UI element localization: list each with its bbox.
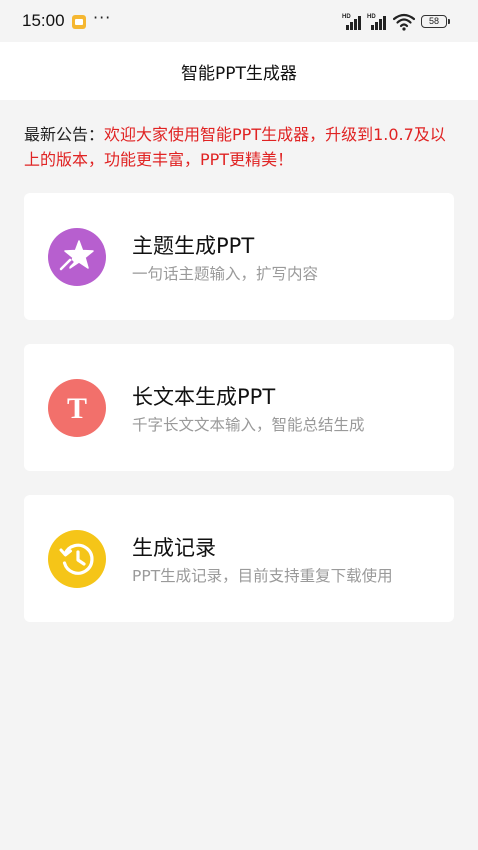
app-header: 智能PPT生成器 bbox=[0, 42, 478, 100]
wifi-icon bbox=[392, 13, 416, 31]
clock-icon bbox=[48, 530, 106, 588]
more-notifications-icon: ··· bbox=[93, 8, 112, 27]
topic-generate-title: 主题生成PPT bbox=[132, 234, 255, 258]
signal-hd-label-2: HD bbox=[367, 14, 376, 20]
star-icon bbox=[48, 228, 106, 286]
cellular-signal-icon: HD bbox=[342, 14, 364, 30]
topic-generate-subtitle: 一句话主题输入，扩写内容 bbox=[132, 265, 319, 283]
page-title: 智能PPT生成器 bbox=[181, 64, 297, 84]
topic-generate-card[interactable]: 主题生成PPT 一句话主题输入，扩写内容 bbox=[24, 193, 454, 320]
text-icon: T bbox=[48, 379, 106, 437]
notification-app-icon bbox=[72, 15, 86, 29]
long-text-generate-card[interactable]: T 长文本生成PPT 千字长文文本输入，智能总结生成 bbox=[24, 344, 454, 471]
generation-history-card[interactable]: 生成记录 PPT生成记录，目前支持重复下载使用 bbox=[24, 495, 454, 622]
long-text-generate-subtitle: 千字长文文本输入，智能总结生成 bbox=[132, 416, 365, 434]
status-bar: 15:00 ··· HD HD 58 bbox=[0, 0, 478, 42]
text-icon-letter: T bbox=[67, 392, 87, 425]
cellular-signal-icon-2: HD bbox=[367, 14, 389, 30]
signal-hd-label: HD bbox=[342, 14, 351, 20]
generation-history-title: 生成记录 bbox=[132, 536, 216, 560]
generation-history-subtitle: PPT生成记录，目前支持重复下载使用 bbox=[132, 567, 393, 585]
long-text-generate-title: 长文本生成PPT bbox=[132, 385, 276, 409]
announcement: 最新公告：欢迎大家使用智能PPT生成器，升级到1.0.7及以上的版本，功能更丰富… bbox=[24, 122, 454, 172]
status-time: 15:00 bbox=[22, 11, 65, 30]
battery-icon: 58 bbox=[421, 15, 450, 28]
announcement-label: 最新公告： bbox=[24, 125, 105, 144]
